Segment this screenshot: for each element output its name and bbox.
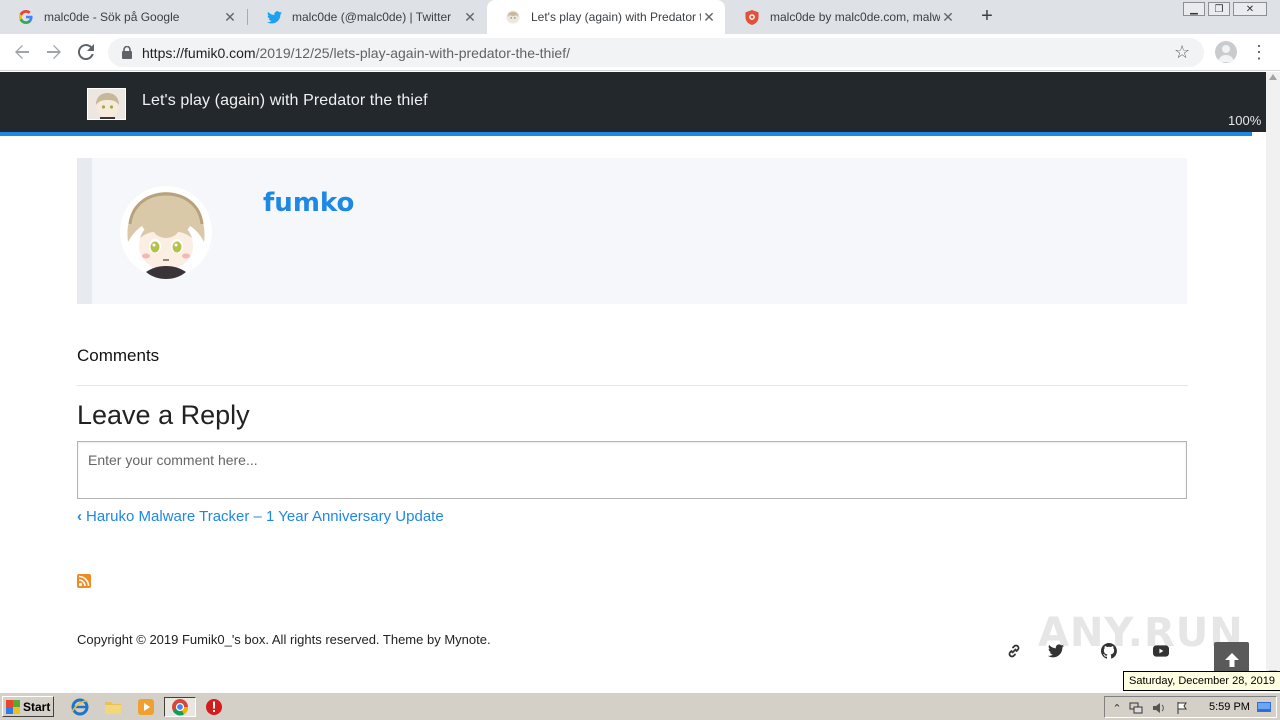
previous-post-title: Haruko Malware Tracker – 1 Year Annivers… [86, 508, 444, 525]
comments-heading: Comments [77, 346, 160, 365]
back-arrow-icon[interactable] [10, 40, 34, 64]
media-player-icon[interactable] [136, 697, 156, 717]
tab-title: malc0de - Sök på Google [44, 10, 180, 24]
rss-icon[interactable] [77, 574, 91, 588]
tab-google[interactable]: malc0de - Sök på Google ✕ [0, 0, 246, 34]
windows-taskbar: Start ⌃ 5:59 PM [0, 692, 1280, 720]
bookmark-star-icon[interactable]: ☆ [1174, 43, 1192, 61]
browser-toolbar: https://fumik0.com/2019/12/25/lets-play-… [0, 34, 1280, 71]
explorer-folder-icon[interactable] [103, 697, 123, 717]
tab-twitter[interactable]: malc0de (@malc0de) | Twitter ✕ [248, 0, 486, 34]
tab-malc0de[interactable]: malc0de by malc0de.com, malware IP ✕ [726, 0, 964, 34]
system-tray: ⌃ 5:59 PM [1104, 696, 1277, 718]
github-icon[interactable] [1095, 637, 1123, 665]
google-icon [18, 9, 34, 25]
author-name-link[interactable]: fumko [263, 188, 354, 218]
close-tab-icon[interactable]: ✕ [701, 9, 717, 26]
reload-icon[interactable] [74, 40, 98, 64]
browser-menu-icon[interactable]: ⋮ [1250, 42, 1268, 62]
start-button[interactable]: Start [2, 696, 54, 717]
shield-icon [744, 9, 760, 25]
taskbar-clock[interactable]: 5:59 PM [1209, 701, 1250, 713]
profile-avatar-icon[interactable] [1215, 41, 1237, 63]
network-icon[interactable] [1129, 701, 1143, 715]
youtube-icon[interactable] [1147, 637, 1175, 665]
forward-arrow-icon[interactable] [42, 40, 66, 64]
twitter-icon[interactable] [1042, 637, 1070, 665]
chevron-left-icon: ‹ [77, 508, 82, 525]
arrow-up-icon [1224, 652, 1239, 667]
start-label: Start [23, 699, 51, 714]
action-center-flag-icon[interactable] [1175, 701, 1189, 715]
close-tab-icon[interactable]: ✕ [462, 9, 478, 26]
avatar-favicon [505, 9, 521, 25]
tab-title: malc0de by malc0de.com, malware IP [770, 10, 940, 24]
page-viewport: Let's play (again) with Predator the thi… [0, 72, 1280, 692]
site-header: Let's play (again) with Predator the thi… [0, 72, 1266, 132]
tab-title: Let's play (again) with Predator the thi… [531, 10, 701, 24]
windows-flag-icon [6, 699, 20, 714]
url-path: /2019/12/25/lets-play-again-with-predato… [255, 44, 570, 61]
url-host: https://fumik0.com [142, 44, 256, 61]
reading-progress-label: 100% [1228, 113, 1262, 128]
comments-divider [77, 385, 1188, 386]
close-window-icon[interactable]: ✕ [1233, 2, 1267, 16]
tray-expand-icon[interactable]: ⌃ [1110, 701, 1124, 715]
close-tab-icon[interactable]: ✕ [222, 9, 238, 26]
date-tooltip: Saturday, December 28, 2019 [1123, 671, 1280, 691]
footer-copyright: Copyright © 2019 Fumik0_'s box. All righ… [77, 632, 491, 647]
comment-input[interactable] [77, 441, 1187, 499]
tab-title: malc0de (@malc0de) | Twitter [292, 10, 452, 24]
show-desktop-icon[interactable] [1257, 701, 1271, 715]
site-title: Let's play (again) with Predator the thi… [142, 92, 428, 109]
window-controls: ▁ ❐ ✕ [1180, 2, 1267, 18]
volume-icon[interactable] [1152, 701, 1166, 715]
site-logo[interactable] [87, 88, 126, 120]
restore-icon[interactable]: ❐ [1208, 2, 1230, 16]
address-bar[interactable]: https://fumik0.com/2019/12/25/lets-play-… [108, 38, 1204, 67]
browser-tab-strip: malc0de - Sök på Google ✕ malc0de (@malc… [0, 0, 1280, 34]
link-icon[interactable] [1000, 637, 1028, 665]
author-avatar[interactable] [118, 184, 214, 280]
twitter-bird-icon [266, 9, 282, 25]
lock-icon [122, 46, 134, 59]
previous-post-link[interactable]: ‹ Haruko Malware Tracker – 1 Year Annive… [77, 508, 444, 525]
tab-predator-article[interactable]: Let's play (again) with Predator the thi… [487, 0, 725, 34]
author-box: fumko [77, 158, 1187, 304]
scroll-up-arrow-icon[interactable] [1269, 74, 1277, 80]
close-tab-icon[interactable]: ✕ [940, 9, 956, 26]
chrome-taskbar-icon[interactable] [164, 697, 196, 717]
reading-progress-bar [0, 132, 1252, 136]
new-tab-button[interactable]: + [976, 5, 998, 27]
minimize-icon[interactable]: ▁ [1183, 2, 1205, 16]
leave-reply-heading: Leave a Reply [77, 400, 250, 430]
stop-sign-icon[interactable] [204, 697, 224, 717]
page-scrollbar[interactable] [1266, 72, 1280, 692]
internet-explorer-icon[interactable] [70, 697, 90, 717]
